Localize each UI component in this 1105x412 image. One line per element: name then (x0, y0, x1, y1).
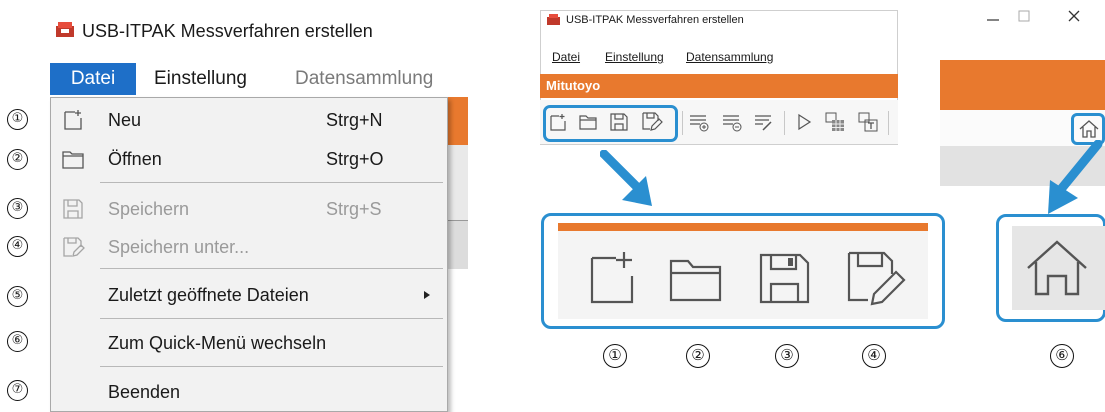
background-toolbar (448, 145, 468, 221)
menu-separator (100, 318, 443, 319)
export-icon[interactable] (857, 111, 879, 133)
app-icon (547, 14, 560, 25)
brand-logo: Mitutoyo (546, 78, 601, 93)
marker-4: ④ (862, 344, 886, 368)
menu-separator (100, 268, 443, 269)
menu-item-zuletzt[interactable]: Zuletzt geöffnete Dateien (51, 278, 447, 312)
menu-item-beenden[interactable]: Beenden (51, 375, 447, 409)
new-file-icon (64, 110, 82, 130)
menu-item-oeffnen[interactable]: Öffnen Strg+O (51, 143, 447, 177)
table-icon[interactable] (824, 111, 846, 133)
menu-item-label: Speichern unter... (108, 237, 250, 257)
menu-separator (100, 182, 443, 183)
save-as-icon (847, 251, 906, 306)
marker-2: ② (7, 149, 28, 170)
save-icon (63, 199, 83, 219)
menu-item-label: Speichern (108, 199, 190, 219)
window-title: USB-ITPAK Messverfahren erstellen (566, 14, 744, 26)
menu-einstellung[interactable]: Einstellung (605, 50, 664, 64)
play-icon[interactable] (795, 113, 813, 131)
menu-datensammlung[interactable]: Datensammlung (686, 50, 773, 64)
maximize-icon[interactable] (1016, 8, 1032, 24)
marker-6: ⑥ (7, 331, 28, 352)
marker-4: ④ (7, 236, 28, 257)
app-icon (56, 22, 74, 37)
menu-datei[interactable]: Datei (50, 63, 136, 95)
zoom-orange-bar (558, 223, 928, 231)
marker-1: ① (7, 109, 28, 130)
window-title: USB-ITPAK Messverfahren erstellen (82, 21, 373, 41)
menu-datensammlung[interactable]: Datensammlung (295, 63, 433, 95)
menu-item-shortcut: Strg+S (326, 199, 382, 219)
menu-item-label: Zuletzt geöffnete Dateien (108, 285, 309, 305)
menu-item-neu[interactable]: Neu Strg+N (51, 104, 447, 138)
menu-item-speichern[interactable]: Speichern Strg+S (51, 192, 447, 226)
menu-einstellung[interactable]: Einstellung (154, 63, 247, 95)
marker-2: ② (686, 344, 710, 368)
submenu-arrow-icon (424, 291, 430, 299)
marker-1: ① (603, 344, 627, 368)
menu-item-speichern-unter[interactable]: Speichern unter... (51, 230, 447, 264)
marker-6: ⑥ (1050, 344, 1074, 368)
save-icon (759, 253, 810, 304)
marker-7: ⑦ (7, 380, 28, 401)
menu-datei[interactable]: Datei (552, 50, 580, 64)
menu-separator (100, 366, 443, 367)
menu-item-label: Neu (108, 110, 142, 130)
toolbar-separator (888, 111, 889, 135)
marker-5: ⑤ (7, 286, 28, 307)
background-orange-bar (448, 97, 468, 145)
toolbar-highlight (543, 105, 678, 142)
menu-item-shortcut: Strg+O (326, 149, 384, 169)
toolbar-separator (682, 111, 683, 135)
folder-icon (62, 151, 84, 169)
new-file-icon (590, 252, 634, 304)
marker-3: ③ (7, 198, 28, 219)
marker-3: ③ (775, 344, 799, 368)
menu-item-label: Zum Quick-Menü wechseln (108, 333, 327, 353)
menu-item-label: Beenden (108, 382, 181, 402)
remove-row-icon[interactable] (721, 112, 743, 132)
menu-item-shortcut: Strg+N (326, 110, 383, 130)
close-icon[interactable] (1066, 8, 1082, 24)
add-row-icon[interactable] (688, 112, 710, 132)
menu-item-label: Öffnen (108, 149, 162, 169)
pointer-arrow-icon (1048, 140, 1103, 214)
home-icon (1027, 240, 1087, 296)
save-as-icon (63, 237, 85, 257)
background-strip (448, 221, 468, 269)
folder-icon (669, 259, 722, 302)
brand-bar (940, 60, 1105, 110)
edit-list-icon[interactable] (753, 112, 775, 132)
menu-item-quick-menu[interactable]: Zum Quick-Menü wechseln (51, 326, 447, 360)
toolbar-separator (784, 111, 785, 135)
minimize-icon[interactable] (985, 14, 1001, 26)
pointer-arrow-icon (600, 150, 652, 206)
